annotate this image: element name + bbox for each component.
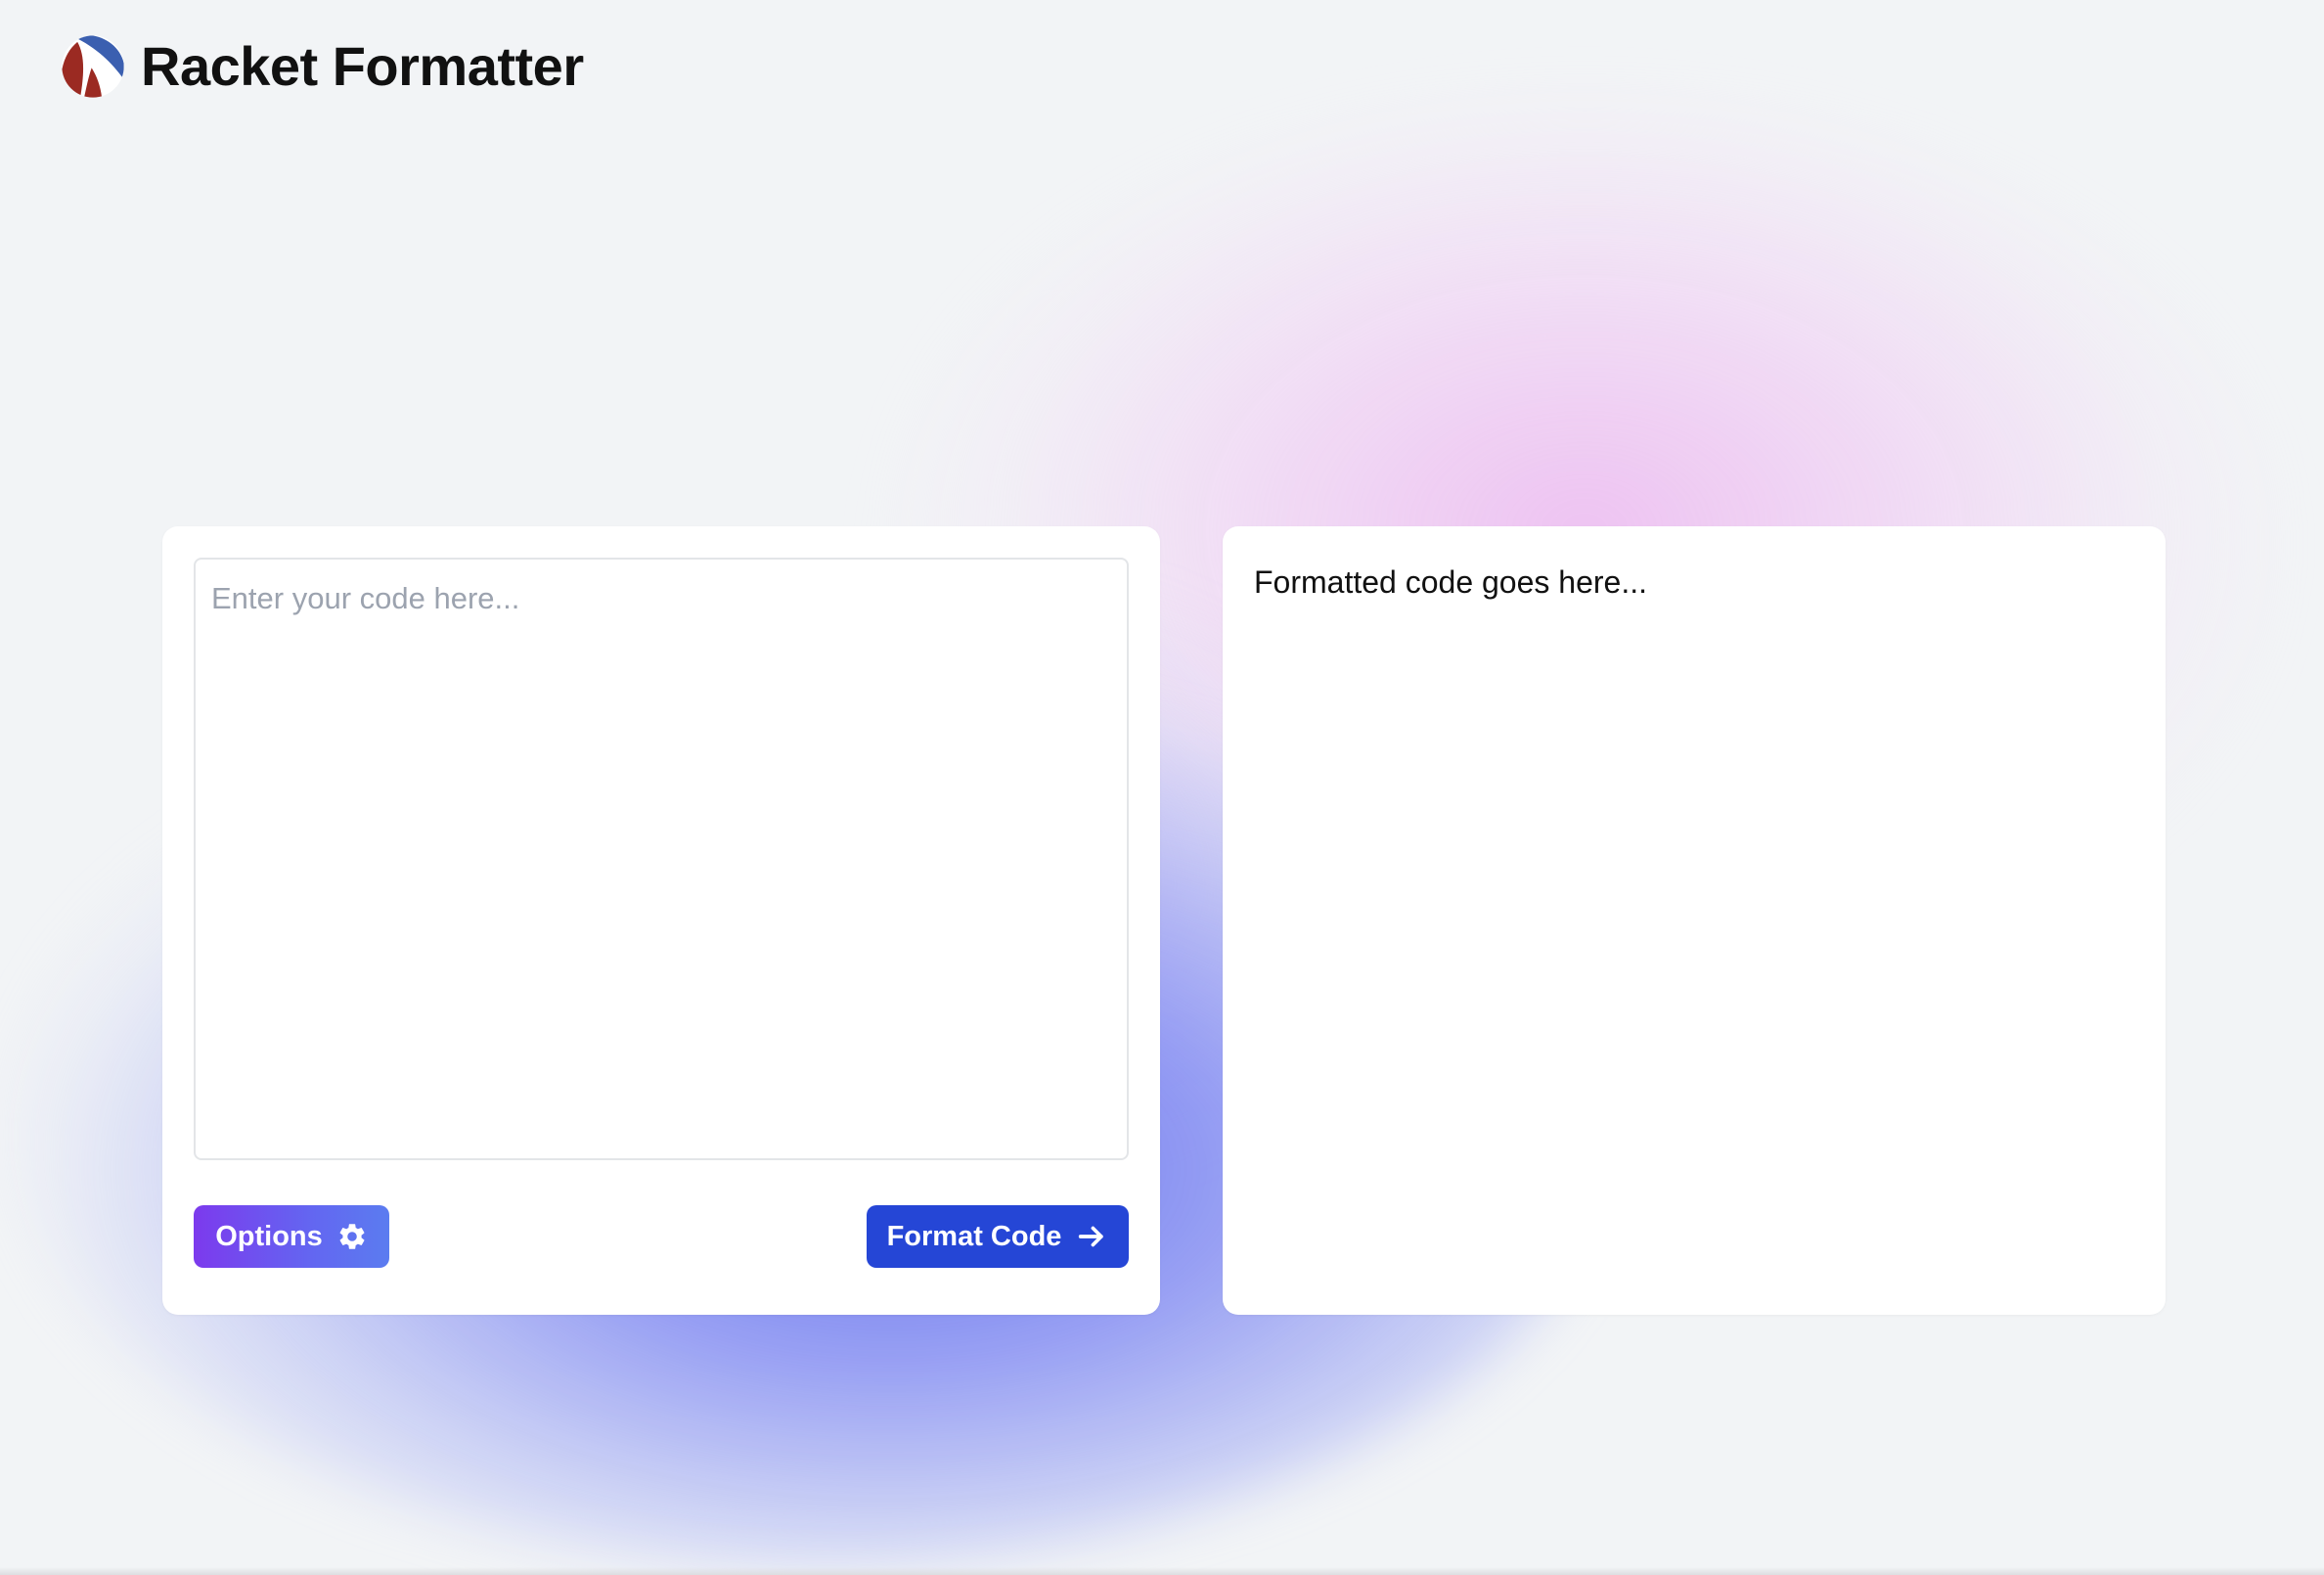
app-header: Racket Formatter (61, 33, 584, 100)
options-button[interactable]: Options (194, 1205, 389, 1268)
input-card: Options Format Code (162, 526, 1160, 1315)
format-code-button-label: Format Code (886, 1220, 1062, 1252)
formatted-output: Formatted code goes here... (1254, 564, 1647, 600)
app-title: Racket Formatter (141, 35, 584, 97)
format-code-button[interactable]: Format Code (867, 1205, 1129, 1268)
arrow-right-icon (1079, 1226, 1104, 1247)
racket-logo-icon (62, 35, 124, 98)
gear-icon (339, 1224, 365, 1249)
options-button-label: Options (215, 1220, 323, 1252)
code-input[interactable] (194, 558, 1129, 1160)
bottom-edge (0, 1567, 2324, 1575)
page: { "app": { "title": "Racket Formatter", … (0, 0, 2324, 1575)
output-card: Formatted code goes here... (1223, 526, 2166, 1315)
